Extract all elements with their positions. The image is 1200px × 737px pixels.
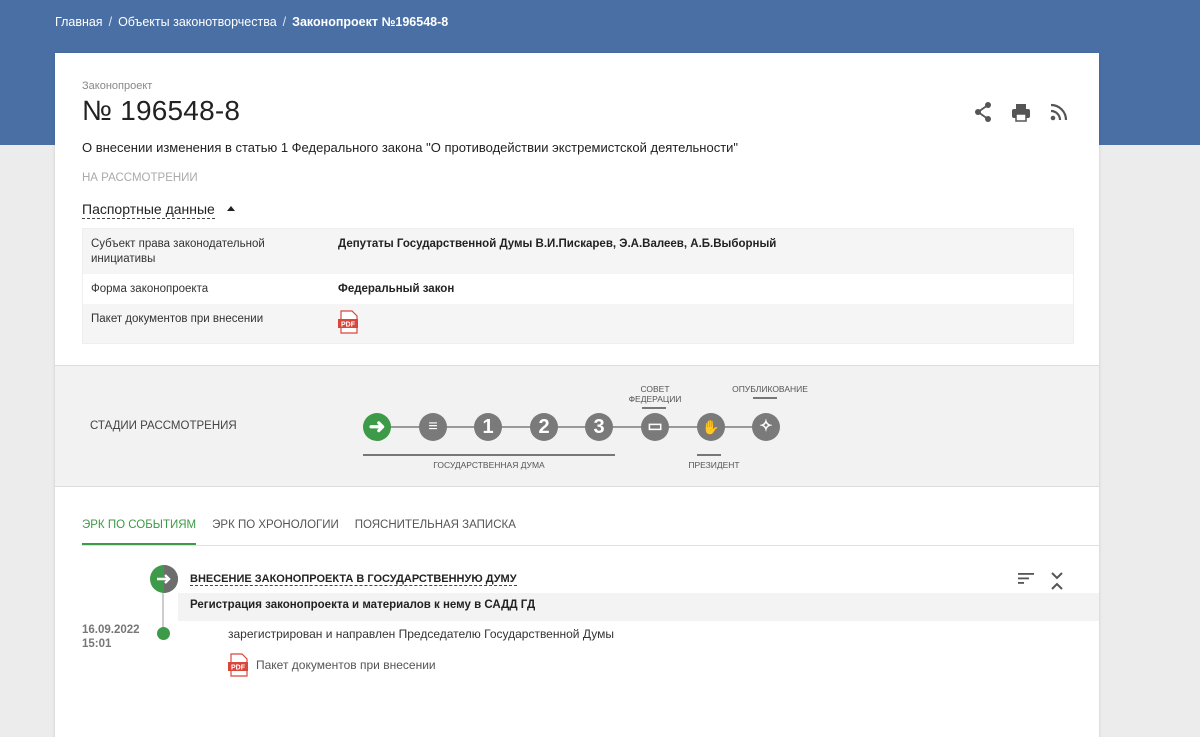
collapse-icon[interactable] [1050, 571, 1064, 591]
label-council-line2: ФЕДЕРАЦИИ [628, 394, 682, 404]
sort-icon[interactable] [1018, 571, 1036, 585]
passport-row: Пакет документов при внесении PDF [83, 304, 1073, 343]
event-submission-icon [150, 565, 178, 593]
label-publication: ОПУБЛИКОВАНИЕ [732, 384, 808, 394]
passport-value: Депутаты Государственной Думы В.И.Пискар… [338, 238, 777, 250]
passport-toggle[interactable]: Паспортные данные [82, 201, 215, 219]
event-date: 16.09.2022 [82, 624, 140, 636]
stage-second-reading-icon[interactable]: 2 [530, 413, 558, 441]
label-council-line1: СОВЕТ [640, 384, 670, 394]
breadcrumb-lawmaking-objects[interactable]: Объекты законотворчества [118, 15, 277, 29]
tab-explanatory-note[interactable]: ПОЯСНИТЕЛЬНАЯ ЗАПИСКА [355, 519, 516, 545]
bill-card: Законопроект № 196548-8 О внесении измен… [55, 53, 1099, 737]
breadcrumb-separator: / [282, 15, 287, 29]
caret-up-icon[interactable] [227, 206, 235, 211]
duma-bracket [363, 454, 615, 456]
pdf-icon[interactable]: PDF [228, 653, 250, 677]
stage-publication-icon[interactable]: ✧ [752, 413, 780, 441]
breadcrumb-separator: / [108, 15, 113, 29]
tab-chronology[interactable]: ЭРК ПО ХРОНОЛОГИИ [212, 519, 339, 545]
stage-preliminary-icon[interactable]: ≡ [419, 413, 447, 441]
event-subheading: Регистрация законопроекта и материалов к… [190, 599, 536, 611]
stage-submission-icon[interactable]: ➜ [363, 413, 391, 441]
page-actions [973, 101, 1069, 123]
publication-bracket [753, 397, 777, 399]
tabs-divider [82, 545, 1099, 546]
bill-title: О внесении изменения в статью 1 Федераль… [82, 140, 739, 155]
stages-title: СТАДИИ РАССМОТРЕНИЯ [90, 420, 237, 432]
stage-federation-council-icon[interactable]: ▭ [641, 413, 669, 441]
svg-text:PDF: PDF [341, 322, 356, 329]
label-president: ПРЕЗИДЕНТ [688, 460, 740, 470]
stages-panel: СТАДИИ РАССМОТРЕНИЯ ➜ ≡ 1 2 3 ▭ ✋ ✧ ГОСУ… [55, 365, 1099, 487]
event-subheading-bar: Регистрация законопроекта и материалов к… [178, 593, 1099, 621]
event-document-label[interactable]: Пакет документов при внесении [256, 658, 436, 672]
stage-president-icon[interactable]: ✋ [697, 413, 725, 441]
event-document-link[interactable]: PDF Пакет документов при внесении [228, 653, 436, 677]
president-bracket [697, 454, 721, 456]
doc-type-label: Законопроект [82, 80, 153, 92]
passport-value: Федеральный закон [338, 283, 455, 295]
passport-label: Форма законопроекта [91, 283, 209, 295]
stage-third-reading-icon[interactable]: 3 [585, 413, 613, 441]
tab-events[interactable]: ЭРК ПО СОБЫТИЯМ [82, 519, 197, 545]
council-bracket [642, 407, 666, 409]
stage-first-reading-icon[interactable]: 1 [474, 413, 502, 441]
share-icon[interactable] [973, 101, 993, 123]
event-actions [1018, 571, 1064, 591]
event-time: 15:01 [82, 638, 112, 650]
passport-row: Форма законопроекта Федеральный закон [83, 274, 1073, 304]
passport-row: Субъект права законодательной инициативы… [83, 229, 1073, 274]
event-heading[interactable]: ВНЕСЕНИЕ ЗАКОНОПРОЕКТА В ГОСУДАРСТВЕННУЮ… [190, 573, 517, 586]
printer-icon[interactable] [1011, 101, 1031, 123]
event-datetime: 16.09.2022 15:01 [82, 623, 140, 651]
tabs: ЭРК ПО СОБЫТИЯМ ЭРК ПО ХРОНОЛОГИИ ПОЯСНИ… [82, 519, 516, 545]
label-state-duma: ГОСУДАРСТВЕННАЯ ДУМА [433, 460, 545, 470]
passport-label: Субъект права законодательной инициативы [91, 238, 265, 265]
rss-icon[interactable] [1049, 101, 1069, 123]
passport-label: Пакет документов при внесении [91, 313, 264, 325]
pdf-icon-label: PDF [231, 665, 246, 672]
pdf-icon[interactable]: PDF [338, 310, 360, 339]
status-badge: НА РАССМОТРЕНИИ [82, 172, 198, 184]
breadcrumb: Главная / Объекты законотворчества / Зак… [55, 15, 448, 29]
timeline-dot [157, 627, 170, 640]
event-description: зарегистрирован и направлен Председателю… [228, 627, 614, 641]
passport-table: Субъект права законодательной инициативы… [82, 228, 1074, 344]
breadcrumb-current-bill[interactable]: Законопроект №196548-8 [292, 15, 448, 29]
bill-number: № 196548-8 [82, 95, 241, 126]
breadcrumb-home[interactable]: Главная [55, 15, 103, 29]
